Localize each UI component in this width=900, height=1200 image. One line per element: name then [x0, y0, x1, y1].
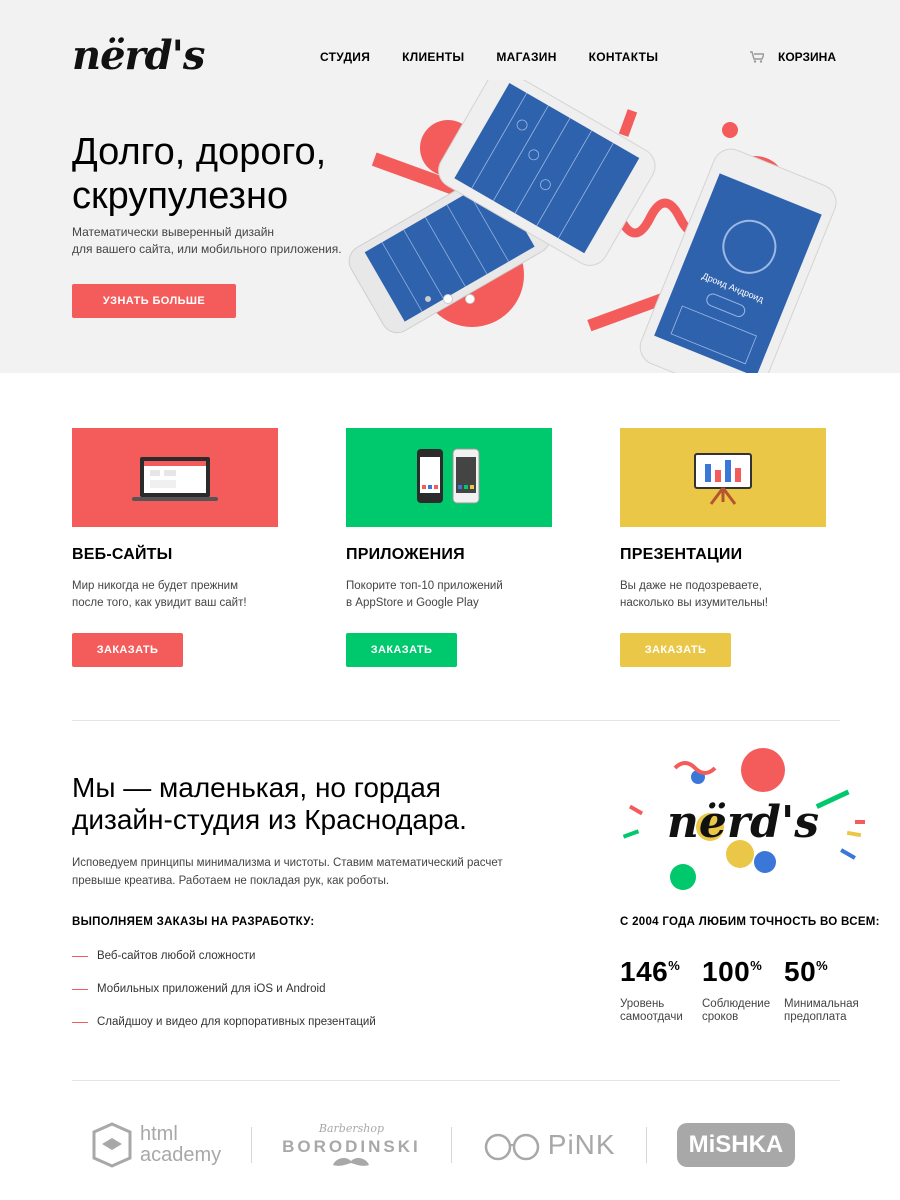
- about-text-line1: Исповедуем принципы минимализма и чистот…: [72, 857, 503, 869]
- about-text: Исповедуем принципы минимализма и чистот…: [72, 854, 512, 890]
- hero-title: Долго, дорого, скрупулезно: [72, 130, 372, 218]
- nav-item-contacts[interactable]: КОНТАКТЫ: [589, 50, 659, 64]
- services-section: ВЕБ-САЙТЫ Мир никогда не будет прежним п…: [72, 428, 832, 667]
- hero-illustration: Дроид Андроид: [348, 80, 837, 373]
- apps-illustration: [346, 428, 552, 527]
- section-divider: [72, 1080, 840, 1081]
- cart-link[interactable]: КОРЗИНА: [750, 50, 836, 64]
- service-apps: ПРИЛОЖЕНИЯ Покорите топ-10 приложений в …: [346, 428, 552, 667]
- about-title-line1: Мы — маленькая, но гордая: [72, 772, 441, 803]
- service-text-line1: Покорите топ-10 приложений: [346, 580, 503, 592]
- stat-item: 50% Минимальная предоплата: [784, 956, 859, 1024]
- pink-logo-text: PiNK: [547, 1129, 616, 1160]
- service-title: ВЕБ-САЙТЫ: [72, 546, 173, 563]
- about-title: Мы — маленькая, но гордая дизайн-студия …: [72, 772, 572, 836]
- html-academy-logo-text: html academy: [140, 1123, 222, 1166]
- borodinski-name: BORODINSKI: [282, 1136, 421, 1156]
- presentation-board-icon: [694, 452, 752, 505]
- mishka-logo: MiSHKA: [676, 1123, 796, 1167]
- borodinski-tagline: Barbershop: [318, 1121, 385, 1135]
- hero-title-line1: Долго, дорого,: [72, 131, 327, 173]
- partners-row: html academy Barbershop BORODINSKI PiNK M…: [72, 1110, 840, 1180]
- main-nav: СТУДИЯ КЛИЕНТЫ МАГАЗИН КОНТАКТЫ: [320, 50, 658, 64]
- service-text: Покорите топ-10 приложений в AppStore и …: [346, 578, 552, 612]
- service-text-line1: Вы даже не подозреваете,: [620, 580, 762, 592]
- service-presentations: ПРЕЗЕНТАЦИИ Вы даже не подозреваете, нас…: [620, 428, 826, 667]
- service-title: ПРЕЗЕНТАЦИИ: [620, 546, 743, 563]
- glasses-icon: [484, 1133, 540, 1161]
- slider-dot[interactable]: [425, 296, 431, 302]
- partner-mishka[interactable]: MiSHKA: [676, 1123, 796, 1167]
- studio-logo: nërd's: [667, 797, 819, 848]
- websites-illustration: [72, 428, 278, 527]
- service-text-line2: после того, как увидит ваш сайт!: [72, 597, 247, 609]
- mustache-icon: [333, 1157, 370, 1166]
- stat-value: 146%: [620, 956, 681, 987]
- list-item: Веб-сайтов любой сложности: [72, 948, 376, 981]
- laptop-icon: [132, 456, 218, 501]
- slider-dot[interactable]: [465, 294, 475, 304]
- order-presentations-button[interactable]: ЗАКАЗАТЬ: [620, 633, 731, 667]
- stats-title: С 2004 ГОДА ЛЮБИМ ТОЧНОСТЬ ВО ВСЕМ:: [620, 916, 880, 928]
- stat-label: Соблюдение сроков: [702, 998, 771, 1023]
- site-logo[interactable]: nërd's: [72, 32, 205, 79]
- list-item: Слайдшоу и видео для корпоративных презе…: [72, 1014, 376, 1047]
- service-text-line2: насколько вы изумительны!: [620, 597, 769, 609]
- section-divider: [72, 720, 840, 721]
- nav-item-studio[interactable]: СТУДИЯ: [320, 50, 370, 64]
- cart-label: КОРЗИНА: [778, 50, 836, 64]
- studio-logo-illustration: nërd's: [622, 748, 865, 890]
- partner-html-academy[interactable]: html academy: [92, 1122, 221, 1168]
- slider-dot[interactable]: [443, 294, 453, 304]
- stat-item: 146% Уровень самоотдачи: [620, 956, 683, 1024]
- partner-separator: [645, 1127, 647, 1163]
- html-academy-logo-icon: [92, 1122, 132, 1168]
- services-list: Веб-сайтов любой сложности Мобильных при…: [72, 948, 376, 1047]
- hero-subtitle: Математически выверенный дизайн для ваше…: [72, 224, 352, 258]
- stat-item: 100% Соблюдение сроков: [702, 956, 771, 1024]
- hero-subtitle-line1: Математически выверенный дизайн: [72, 225, 275, 239]
- about-text-line2: превыше креатива. Работаем не покладая р…: [72, 875, 390, 887]
- services-list-title: ВЫПОЛНЯЕМ ЗАКАЗЫ НА РАЗРАБОТКУ:: [72, 916, 315, 928]
- hero-section: nërd's СТУДИЯ КЛИЕНТЫ МАГАЗИН КОНТАКТЫ К…: [0, 0, 900, 373]
- order-apps-button[interactable]: ЗАКАЗАТЬ: [346, 633, 457, 667]
- learn-more-button[interactable]: УЗНАТЬ БОЛЬШЕ: [72, 284, 236, 318]
- nav-item-clients[interactable]: КЛИЕНТЫ: [402, 50, 464, 64]
- stats-row: 146% Уровень самоотдачи 100% Соблюдение ср…: [620, 956, 859, 1024]
- stat-label: Уровень самоотдачи: [620, 998, 683, 1023]
- service-title: ПРИЛОЖЕНИЯ: [346, 546, 465, 563]
- list-item: Мобильных приложений для iOS и Android: [72, 981, 376, 1014]
- service-text-line2: в AppStore и Google Play: [346, 597, 479, 609]
- partner-separator: [450, 1127, 452, 1163]
- hero-subtitle-line2: для вашего сайта, или мобильного приложе…: [72, 242, 342, 256]
- about-title-line2: дизайн-студия из Краснодара.: [72, 804, 467, 835]
- service-text-line1: Мир никогда не будет прежним: [72, 580, 238, 592]
- partner-separator: [251, 1127, 253, 1163]
- stat-value: 100%: [702, 956, 763, 987]
- smartphones-icon: [417, 448, 480, 503]
- service-websites: ВЕБ-САЙТЫ Мир никогда не будет прежним п…: [72, 428, 278, 667]
- stat-label: Минимальная предоплата: [784, 998, 859, 1023]
- service-text: Вы даже не подозреваете, насколько вы из…: [620, 578, 826, 612]
- nav-item-shop[interactable]: МАГАЗИН: [496, 50, 556, 64]
- cart-icon: [750, 51, 765, 63]
- presentations-illustration: [620, 428, 826, 527]
- stat-value: 50%: [784, 956, 829, 987]
- partner-borodinski[interactable]: Barbershop BORODINSKI: [282, 1122, 421, 1169]
- partner-pink[interactable]: PiNK: [482, 1127, 616, 1163]
- order-websites-button[interactable]: ЗАКАЗАТЬ: [72, 633, 183, 667]
- slider-pagination: [425, 294, 475, 304]
- hero-title-line2: скрупулезно: [72, 175, 289, 217]
- service-text: Мир никогда не будет прежним после того,…: [72, 578, 278, 612]
